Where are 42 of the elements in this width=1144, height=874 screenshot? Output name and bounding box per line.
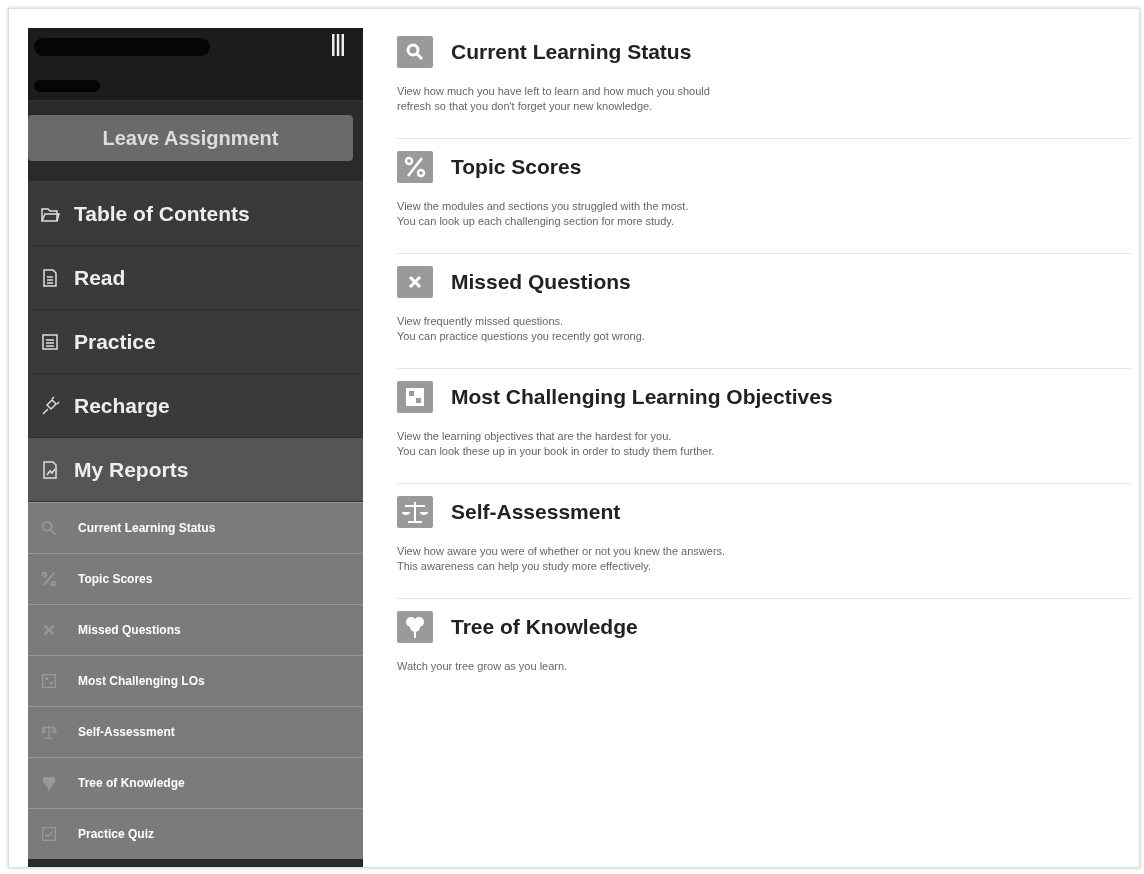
plug-icon (40, 395, 60, 416)
report-description: View the modules and sections you struggled with the most. You can look up each challenging section for more study. (397, 199, 690, 229)
report-description: View the learning objectives that are the hardest for you. You can look these up in your book in order to study them further. (397, 429, 716, 459)
sidebar-item[interactable]: Recharge (28, 374, 363, 438)
report-description: Watch your tree grow as you learn. (397, 659, 569, 674)
squares-icon (40, 672, 58, 690)
scale-icon[interactable] (397, 496, 433, 528)
report-title[interactable]: Topic Scores (451, 155, 582, 179)
sidebar-subitem[interactable]: Tree of Knowledge (28, 757, 363, 808)
document-icon (40, 267, 60, 288)
tree-icon (40, 774, 58, 792)
sidebar-subitem[interactable]: Topic Scores (28, 553, 363, 604)
sidebar-subitem[interactable]: Missed Questions (28, 604, 363, 655)
sidebar-subitem[interactable]: Self-Assessment (28, 706, 363, 757)
search-icon (40, 519, 58, 537)
leave-assignment-button[interactable]: Leave Assignment (28, 115, 353, 161)
report-title[interactable]: Self-Assessment (451, 500, 621, 524)
percent-icon (40, 570, 58, 588)
squares-icon[interactable] (397, 381, 433, 413)
report-icon (40, 459, 60, 480)
report-description: View how much you have left to learn and how much you should refresh so that you don't forget your new knowledge. (397, 84, 711, 114)
close-icon[interactable] (397, 266, 433, 298)
report-title[interactable]: Most Challenging Learning Objectives (451, 385, 833, 409)
tree-icon[interactable] (397, 611, 433, 643)
search-icon[interactable] (397, 36, 433, 68)
report-title[interactable]: Tree of Knowledge (451, 615, 638, 639)
report-title[interactable]: Current Learning Status (451, 40, 692, 64)
sidebar-item[interactable]: Table of Contents (28, 182, 363, 246)
report-description: View how aware you were of whether or not you knew the answers. This awareness can help you study more effectively. (397, 544, 727, 574)
percent-icon[interactable] (397, 151, 433, 183)
sidebar-subitem[interactable]: Current Learning Status (28, 502, 363, 553)
sidebar-subitem[interactable]: Practice Quiz (28, 808, 363, 859)
sidebar-subitem[interactable]: Most Challenging LOs (28, 655, 363, 706)
scale-icon (40, 723, 58, 741)
checklist-icon (40, 825, 58, 843)
sidebar-item[interactable]: Read (28, 246, 363, 310)
report-description: View frequently missed questions. You can practice questions you recently got wrong. (397, 314, 646, 344)
report-title[interactable]: Missed Questions (451, 270, 631, 294)
list-icon (40, 331, 60, 352)
sidebar-item[interactable]: My Reports (28, 438, 363, 502)
menu-icon[interactable] (331, 34, 345, 56)
sidebar-item[interactable]: Practice (28, 310, 363, 374)
